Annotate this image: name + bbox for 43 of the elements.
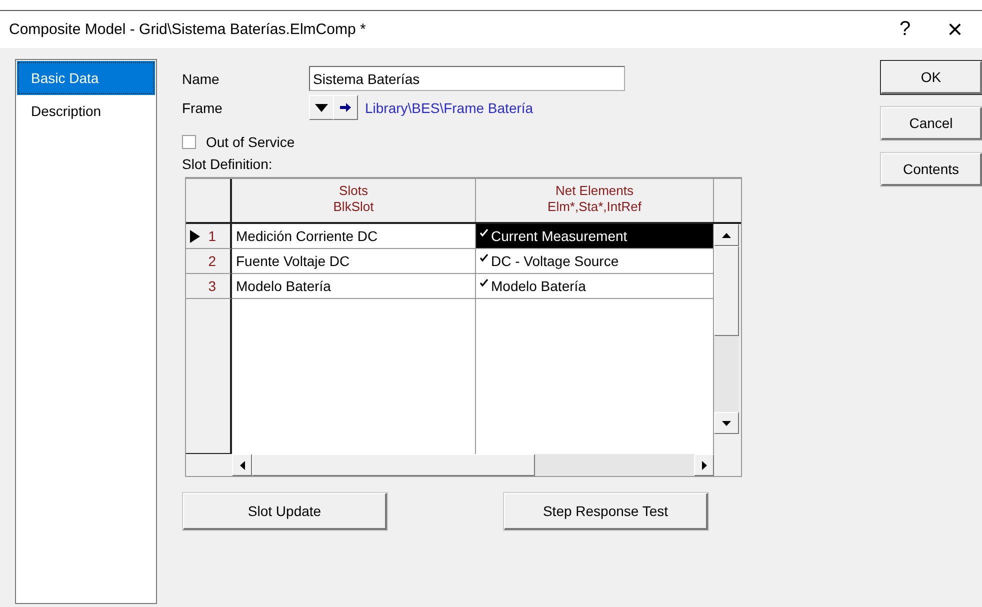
horizontal-scrollbar[interactable] [232,454,714,476]
row-header[interactable]: 2 [186,249,232,274]
check-icon [480,279,488,287]
table-cell[interactable]: DC - Voltage Source [476,249,714,274]
window-title: Composite Model - Grid\Sistema Baterías.ElmComp * [9,21,367,38]
close-button[interactable]: × [932,12,978,46]
checkbox[interactable] [182,135,196,149]
table-cell: Modelo Batería [232,274,476,299]
action-button[interactable]: Slot Update [183,493,387,530]
row-number: 3 [208,278,216,294]
down-arrow-icon [722,420,731,426]
dialog-button[interactable]: OK [881,61,982,94]
dropdown-button[interactable] [309,95,334,120]
vertical-scrollbar[interactable] [714,224,739,434]
dialog-button[interactable]: Contents [881,153,982,186]
row-number: 1 [208,228,216,244]
table-cell[interactable]: Modelo Batería [476,274,714,299]
name-field[interactable]: Sistema Baterías [309,66,625,91]
frame-link[interactable]: Library\BES\Frame Batería [365,100,534,116]
row-number: 2 [208,253,216,269]
up-arrow-icon [722,232,731,238]
frame-label: Frame [182,100,224,116]
table-cell[interactable]: Current Measurement [476,224,714,249]
name-label: Name [182,70,220,86]
check-icon [480,254,488,262]
section-label: Slot Definition: [182,156,274,174]
table-cell: Fuente Voltaje DC [232,249,476,274]
pointer-icon [190,230,200,243]
help-button[interactable]: ? [882,12,928,46]
caret-icon [315,104,328,112]
dialog-button[interactable]: Cancel [881,107,982,140]
checkbox-label: Out of Service [206,134,295,150]
action-button[interactable]: Step Response Test [504,493,708,530]
check-icon [480,229,488,237]
jump-button[interactable] [333,95,358,120]
right-arrow-icon [702,460,706,470]
sidebar-item[interactable]: Basic Data [17,61,155,95]
table-cell: Medición Corriente DC [232,224,476,249]
row-header[interactable]: 3 [186,274,232,299]
left-arrow-icon [240,460,244,470]
sidebar-item[interactable]: Description [17,95,155,127]
arrow-icon [340,103,351,112]
row-header[interactable]: 1 [186,224,232,249]
